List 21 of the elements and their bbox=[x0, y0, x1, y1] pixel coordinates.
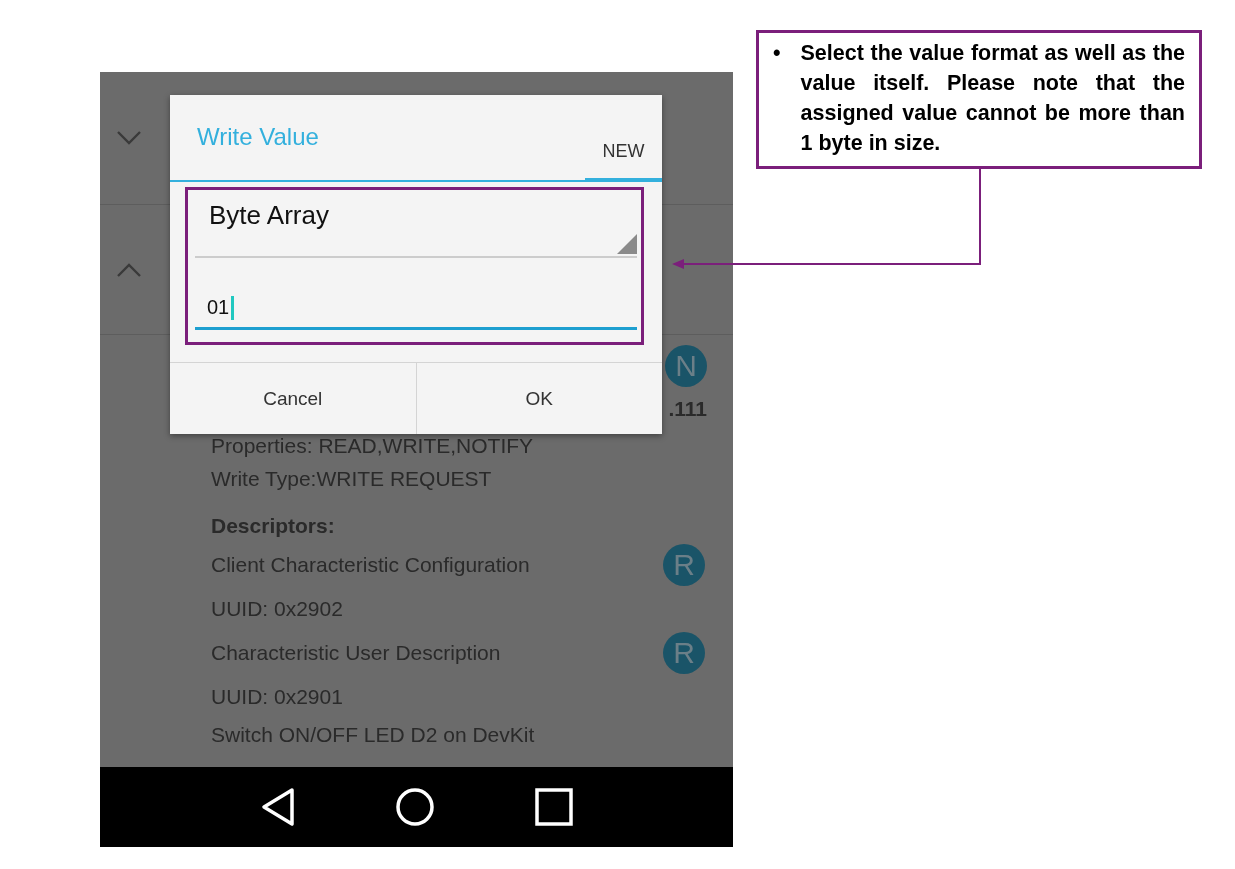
dialog-title: Write Value bbox=[196, 122, 319, 152]
descriptor-name: Client Characteristic Configuration bbox=[211, 553, 530, 577]
descriptor-name: Characteristic User Description bbox=[211, 641, 501, 665]
value-input-field[interactable]: 01 bbox=[195, 288, 637, 330]
bullet-mark: • bbox=[773, 40, 781, 67]
ok-button[interactable]: OK bbox=[415, 363, 662, 434]
recent-apps-icon[interactable] bbox=[535, 788, 574, 826]
annotation-text: Select the value format as well as the value itself. Please note that the assigned value cannot be more than 1 byte in size. bbox=[800, 40, 1185, 157]
home-icon[interactable] bbox=[395, 787, 436, 827]
descriptors-heading: Descriptors: bbox=[211, 513, 335, 538]
uuid-fragment: .111 bbox=[668, 397, 707, 421]
new-tab[interactable]: NEW bbox=[585, 95, 662, 182]
descriptor-uuid: UUID: 0x2902 bbox=[211, 597, 343, 621]
cancel-button[interactable]: Cancel bbox=[170, 363, 416, 434]
properties-text: Properties: READ,WRITE,NOTIFY bbox=[211, 433, 534, 458]
description-text: Switch ON/OFF LED D2 on DevKit bbox=[211, 722, 535, 747]
descriptor-uuid: UUID: 0x2901 bbox=[211, 685, 343, 709]
back-icon[interactable] bbox=[259, 787, 296, 827]
format-dropdown[interactable]: Byte Array bbox=[195, 182, 637, 258]
dropdown-triangle-icon bbox=[617, 234, 637, 254]
write-type-text: Write Type:WRITE REQUEST bbox=[211, 466, 492, 491]
